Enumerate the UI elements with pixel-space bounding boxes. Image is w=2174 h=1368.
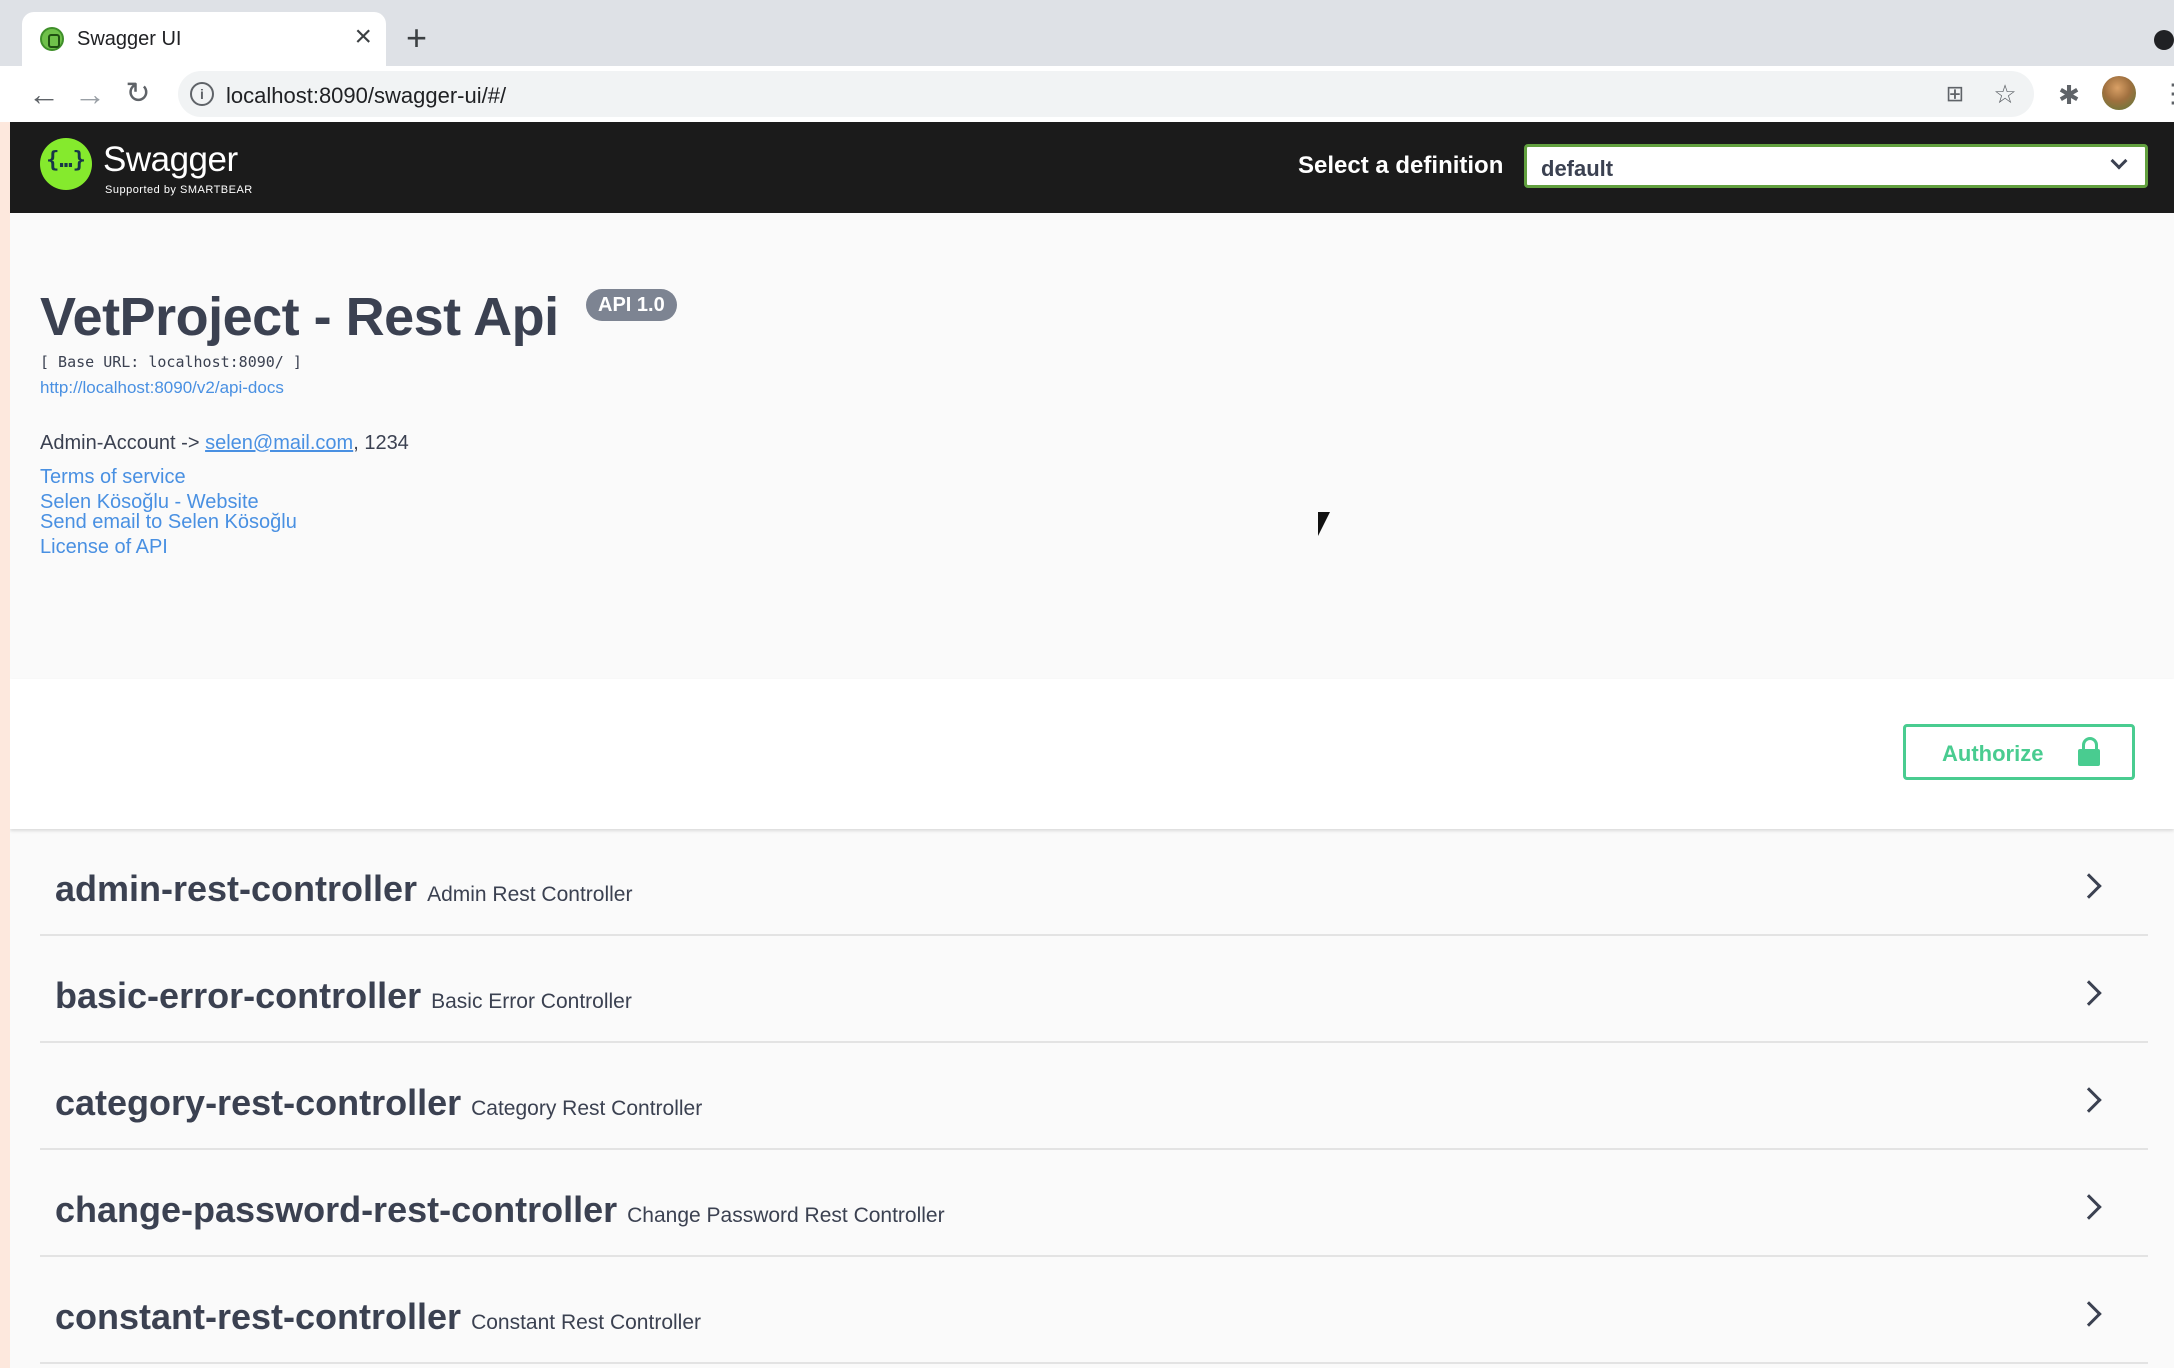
tag-description: Change Password Rest Controller: [627, 1204, 945, 1227]
tag-title: basic-error-controller Basic Error Contro…: [55, 975, 632, 1017]
mouse-cursor-icon: [1318, 512, 1330, 536]
lock-icon: [2078, 737, 2100, 767]
tag-name: admin-rest-controller: [55, 868, 418, 909]
tag-description: Basic Error Controller: [431, 990, 632, 1013]
tag-title: admin-rest-controller Admin Rest Controll…: [55, 868, 632, 910]
swagger-favicon-icon: [40, 27, 64, 51]
profile-avatar[interactable]: [2102, 76, 2136, 110]
page-title: VetProject - Rest Api: [40, 287, 559, 347]
tag-description: Constant Rest Controller: [471, 1311, 701, 1334]
chevron-right-icon[interactable]: [2076, 1087, 2102, 1113]
license-link[interactable]: License of API: [40, 536, 168, 559]
api-description: Admin-Account -> selen@mail.com, 1234: [40, 432, 409, 455]
swagger-topbar: {…} Swagger Supported by SMARTBEAR Selec…: [10, 122, 2174, 213]
browser-toolbar: ← → ↻ i localhost:8090/swagger-ui/#/ ⊞ ☆…: [0, 66, 2174, 122]
address-bar[interactable]: i localhost:8090/swagger-ui/#/ ⊞ ☆: [178, 71, 2034, 117]
base-url: [ Base URL: localhost:8090/ ]: [40, 353, 302, 371]
tag-name: basic-error-controller: [55, 975, 422, 1016]
tab-search-icon[interactable]: [2154, 30, 2174, 50]
new-tab-icon[interactable]: +: [406, 20, 427, 56]
definition-select-value: default: [1541, 156, 1614, 181]
tag-name: change-password-rest-controller: [55, 1189, 618, 1230]
chevron-right-icon[interactable]: [2076, 1301, 2102, 1327]
site-info-icon[interactable]: i: [190, 82, 214, 106]
version-badge: API 1.0: [586, 289, 677, 321]
tag-title: constant-rest-controller Constant Rest Co…: [55, 1296, 701, 1338]
authorize-label: Authorize: [1942, 741, 2044, 766]
api-docs-link[interactable]: http://localhost:8090/v2/api-docs: [40, 378, 284, 398]
close-tab-icon[interactable]: ×: [354, 22, 372, 52]
swagger-logo-icon[interactable]: {…}: [40, 138, 92, 190]
chevron-right-icon[interactable]: [2076, 873, 2102, 899]
chevron-right-icon[interactable]: [2076, 1194, 2102, 1220]
api-info-section: VetProject - Rest Api API 1.0 [ Base URL…: [10, 213, 2174, 679]
swagger-page: {…} Swagger Supported by SMARTBEAR Selec…: [10, 122, 2174, 1368]
contact-email-link[interactable]: Send email to Selen Kösoğlu: [40, 511, 297, 534]
translate-icon[interactable]: ⊞: [1938, 77, 1972, 111]
tag-title: category-rest-controller Category Rest Co…: [55, 1082, 702, 1124]
swagger-brand[interactable]: Swagger: [103, 140, 238, 180]
tag-admin-rest-controller[interactable]: admin-rest-controller Admin Rest Controll…: [40, 829, 2148, 936]
tag-title: change-password-rest-controller Change Pa…: [55, 1189, 945, 1231]
terms-of-service-link[interactable]: Terms of service: [40, 466, 186, 489]
description-prefix: Admin-Account ->: [40, 432, 206, 454]
tag-constant-rest-controller[interactable]: constant-rest-controller Constant Rest Co…: [40, 1257, 2148, 1364]
swagger-brand-sub: Supported by SMARTBEAR: [105, 184, 253, 196]
forward-arrow-icon[interactable]: →: [70, 74, 110, 114]
description-email-link[interactable]: selen@mail.com: [205, 432, 353, 454]
browser-menu-icon[interactable]: ⋮: [2160, 78, 2174, 108]
tag-category-rest-controller[interactable]: category-rest-controller Category Rest Co…: [40, 1043, 2148, 1150]
tag-description: Category Rest Controller: [471, 1097, 703, 1120]
description-suffix: , 1234: [353, 432, 409, 454]
url-text[interactable]: localhost:8090/swagger-ui/#/: [226, 83, 506, 109]
definition-select[interactable]: default: [1524, 144, 2148, 188]
chevron-down-icon: [2110, 152, 2128, 170]
back-arrow-icon[interactable]: ←: [24, 74, 64, 114]
tag-name: constant-rest-controller: [55, 1296, 462, 1337]
definition-label: Select a definition: [1298, 152, 1504, 179]
chevron-right-icon[interactable]: [2076, 980, 2102, 1006]
tag-description: Admin Rest Controller: [427, 883, 633, 906]
tag-name: category-rest-controller: [55, 1082, 462, 1123]
tag-basic-error-controller[interactable]: basic-error-controller Basic Error Contro…: [40, 936, 2148, 1043]
tab-title: Swagger UI: [77, 28, 182, 50]
scheme-container: Authorize: [10, 679, 2174, 829]
reload-icon[interactable]: ↻: [118, 74, 158, 114]
tag-change-password-rest-controller[interactable]: change-password-rest-controller Change Pa…: [40, 1150, 2148, 1257]
authorize-button[interactable]: Authorize: [1903, 724, 2135, 780]
bookmark-star-icon[interactable]: ☆: [1988, 77, 2022, 111]
tag-list: admin-rest-controller Admin Rest Controll…: [40, 829, 2148, 1364]
browser-tab[interactable]: Swagger UI ×: [22, 12, 386, 66]
extensions-puzzle-icon[interactable]: ✱: [2052, 78, 2086, 112]
browser-tab-strip: Swagger UI × +: [0, 0, 2174, 66]
